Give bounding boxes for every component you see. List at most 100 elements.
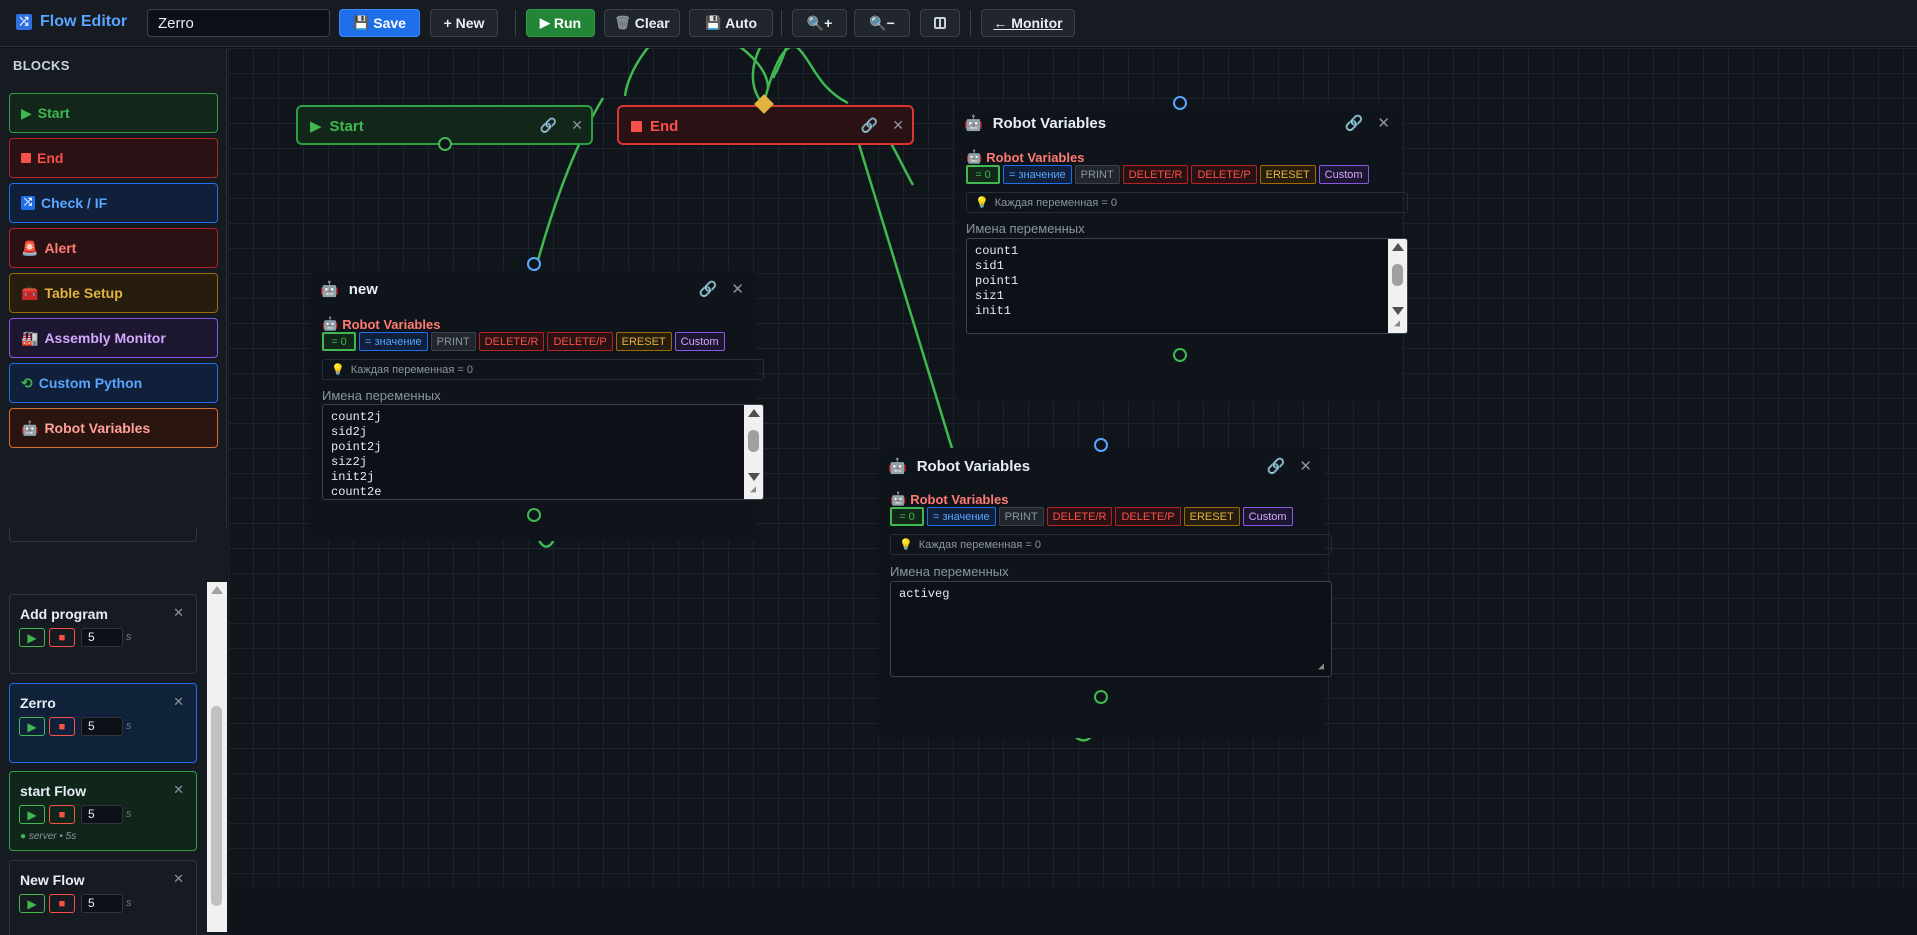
- close-icon[interactable]: ✕: [173, 782, 184, 798]
- option-delete-r[interactable]: DELETE/R: [1122, 165, 1189, 184]
- option-value[interactable]: = значение: [1003, 165, 1072, 184]
- stop-icon[interactable]: ■: [49, 628, 75, 647]
- close-icon[interactable]: ✕: [173, 871, 184, 887]
- zoom-in-label: 🔍+: [806, 14, 833, 31]
- output-port[interactable]: [1094, 690, 1108, 704]
- interval-input[interactable]: 5: [81, 805, 123, 824]
- link-icon[interactable]: 🔗: [1345, 114, 1364, 132]
- play-icon[interactable]: ▶: [19, 805, 45, 824]
- option-zero[interactable]: = 0: [966, 165, 1000, 184]
- flow-name: Add program: [20, 606, 108, 622]
- link-icon[interactable]: 🔗: [1267, 457, 1286, 475]
- stop-icon[interactable]: ■: [49, 894, 75, 913]
- auto-button[interactable]: 💾 Auto: [689, 9, 773, 37]
- block-robot-variables[interactable]: 🤖 Robot Variables: [9, 408, 218, 448]
- block-start[interactable]: ▶ Start: [9, 93, 218, 133]
- node-title: Start: [329, 117, 364, 135]
- resize-grip-icon[interactable]: ◢: [750, 486, 762, 498]
- hint: 💡 Каждая переменная = 0: [966, 192, 1408, 213]
- flow-name: New Flow: [20, 872, 85, 888]
- close-icon[interactable]: ✕: [571, 117, 583, 134]
- scroll-thumb[interactable]: [211, 706, 222, 906]
- hint-text: Каждая переменная = 0: [350, 363, 474, 376]
- option-zero[interactable]: = 0: [322, 332, 356, 351]
- block-label: Assembly Monitor: [44, 330, 166, 346]
- zoom-out-button[interactable]: 🔍−: [854, 9, 910, 37]
- option-ereset[interactable]: ERESET: [1259, 165, 1316, 184]
- stop-icon: [631, 120, 642, 132]
- flow-item[interactable]: New Flow ✕ ▶ ■ 5 s: [9, 860, 197, 935]
- block-end[interactable]: End: [9, 138, 218, 178]
- block-assembly-monitor[interactable]: 🏭 Assembly Monitor: [9, 318, 218, 358]
- option-print[interactable]: PRINT: [1074, 165, 1120, 184]
- close-icon[interactable]: ✕: [892, 117, 904, 134]
- flow-item[interactable]: Add program ✕ ▶ ■ 5 s: [9, 594, 197, 674]
- close-icon[interactable]: ✕: [173, 694, 184, 710]
- flow-list-scrollbar[interactable]: [207, 582, 227, 932]
- option-delete-p[interactable]: DELETE/P: [1191, 165, 1257, 184]
- flow-name-input[interactable]: [147, 9, 330, 37]
- resize-grip-icon[interactable]: ◢: [1394, 320, 1406, 332]
- input-port[interactable]: [1173, 96, 1187, 110]
- interval-input[interactable]: 5: [81, 894, 123, 913]
- option-delete-r[interactable]: DELETE/R: [1046, 507, 1113, 526]
- save-button[interactable]: 💾 Save: [339, 9, 420, 37]
- play-icon[interactable]: ▶: [19, 894, 45, 913]
- stop-icon[interactable]: ■: [49, 717, 75, 736]
- output-port[interactable]: [1173, 348, 1187, 362]
- resize-grip-icon[interactable]: ◢: [1318, 663, 1330, 675]
- clear-button[interactable]: 🗑 Clear: [604, 9, 680, 37]
- option-delete-p[interactable]: DELETE/P: [1115, 507, 1181, 526]
- option-custom[interactable]: Custom: [674, 332, 725, 351]
- variables-textarea[interactable]: count2j sid2j point2j siz2j init2j count…: [322, 404, 764, 500]
- run-button[interactable]: ▶ Run: [526, 9, 595, 37]
- option-delete-r[interactable]: DELETE/R: [478, 332, 545, 351]
- close-icon[interactable]: ✕: [731, 280, 744, 298]
- auto-label: Auto: [725, 15, 758, 31]
- link-icon[interactable]: 🔗: [699, 280, 718, 298]
- stop-icon[interactable]: ■: [49, 805, 75, 824]
- option-value[interactable]: = значение: [359, 332, 428, 351]
- block-custom-python[interactable]: ⟲ Custom Python: [9, 363, 218, 403]
- input-port[interactable]: [527, 257, 541, 271]
- option-value[interactable]: = значение: [927, 507, 996, 526]
- close-icon[interactable]: ✕: [1377, 114, 1390, 132]
- option-custom[interactable]: Custom: [1242, 507, 1293, 526]
- option-zero[interactable]: = 0: [890, 507, 924, 526]
- link-icon[interactable]: 🔗: [861, 117, 878, 134]
- variables-textarea[interactable]: count1 sid1 point1 siz1 init1 ◢: [966, 238, 1408, 334]
- monitor-link[interactable]: ← Monitor: [981, 9, 1075, 37]
- zoom-in-button[interactable]: 🔍+: [792, 9, 847, 37]
- fit-view-button[interactable]: [920, 9, 960, 37]
- new-label: + New: [443, 15, 485, 31]
- flow-item-running[interactable]: start Flow ✕ ▶ ■ 5 s ● server • 5s: [9, 771, 197, 851]
- interval-input[interactable]: 5: [81, 717, 123, 736]
- option-print[interactable]: PRINT: [430, 332, 476, 351]
- link-icon[interactable]: 🔗: [540, 117, 557, 134]
- option-delete-p[interactable]: DELETE/P: [547, 332, 613, 351]
- play-icon[interactable]: ▶: [19, 628, 45, 647]
- option-ereset[interactable]: ERESET: [1183, 507, 1240, 526]
- output-port[interactable]: [438, 137, 452, 151]
- scroll-up-icon[interactable]: [211, 586, 223, 594]
- flow-item-active[interactable]: Zerro ✕ ▶ ■ 5 s: [9, 683, 197, 763]
- block-table-setup[interactable]: 🧰 Table Setup: [9, 273, 218, 313]
- flow-canvas[interactable]: ▶ Start 🔗 ✕ End 🔗 ✕ 🤖 new 🔗 ✕ 🤖 Robot Variabl…: [228, 48, 1917, 887]
- interval-input[interactable]: 5: [81, 628, 123, 647]
- option-ereset[interactable]: ERESET: [615, 332, 672, 351]
- robot-icon: 🤖: [888, 458, 907, 475]
- input-port[interactable]: [1094, 438, 1108, 452]
- block-alert[interactable]: 🚨 Alert: [9, 228, 218, 268]
- option-print[interactable]: PRINT: [998, 507, 1044, 526]
- play-icon: ▶: [539, 15, 550, 30]
- option-custom[interactable]: Custom: [1318, 165, 1369, 184]
- flow-name: start Flow: [20, 783, 87, 799]
- bulb-icon: 💡: [899, 539, 913, 551]
- output-port[interactable]: [527, 508, 541, 522]
- new-button[interactable]: + New: [430, 9, 498, 37]
- close-icon[interactable]: ✕: [173, 605, 184, 621]
- close-icon[interactable]: ✕: [1299, 457, 1312, 475]
- play-icon[interactable]: ▶: [19, 717, 45, 736]
- block-check-if[interactable]: ⤮ Check / IF: [9, 183, 218, 223]
- variables-textarea[interactable]: activeg ◢: [890, 581, 1332, 677]
